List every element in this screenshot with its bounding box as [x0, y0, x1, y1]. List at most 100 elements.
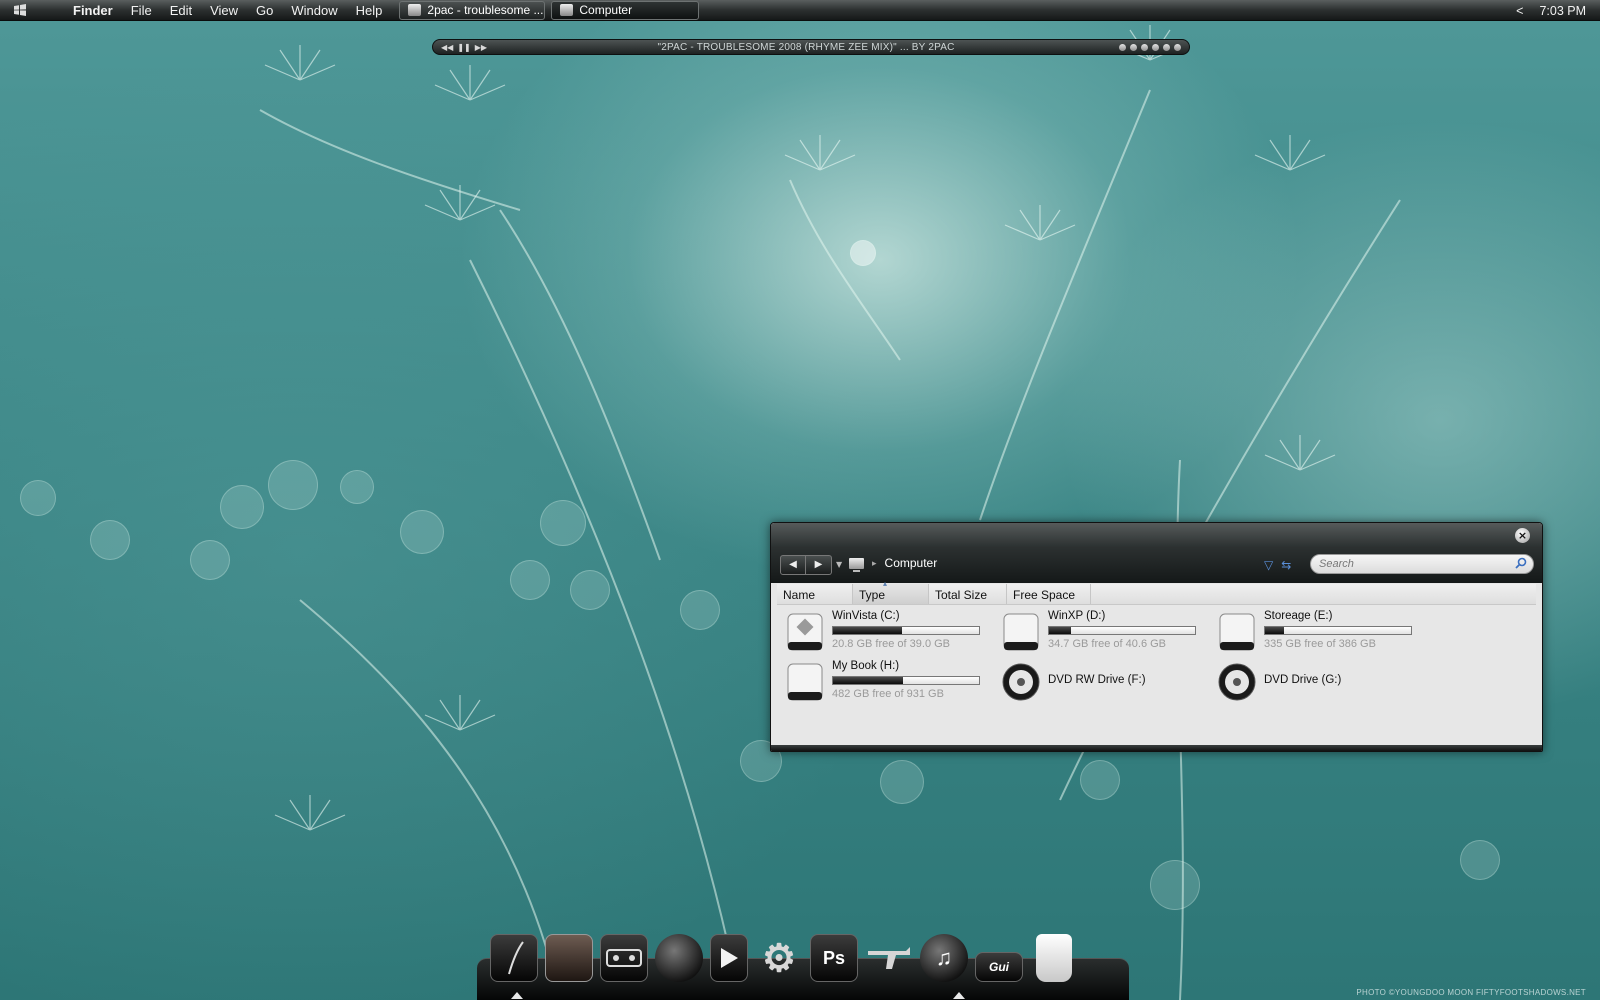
- media-bar-dot-button[interactable]: [1152, 43, 1159, 51]
- drive-item-f[interactable]: DVD RW Drive (F:): [1001, 659, 1211, 705]
- drive-usage-fill: [1265, 627, 1284, 634]
- dock-running-indicator-icon: [953, 992, 965, 999]
- drive-usage-fill: [833, 677, 904, 684]
- close-button[interactable]: ×: [1515, 528, 1530, 543]
- dock-app-1-icon[interactable]: [490, 934, 538, 982]
- dock-photo-icon[interactable]: [545, 934, 593, 982]
- window-bottom-edge: [771, 745, 1542, 751]
- search-icon[interactable]: [1515, 557, 1527, 569]
- drive-usage-bar: [1048, 626, 1196, 635]
- hard-drive-windows-icon: [787, 613, 823, 651]
- address-dropdown-icon[interactable]: ▽: [1264, 558, 1273, 572]
- hard-drive-icon: [1219, 613, 1255, 651]
- dock-media-player-icon[interactable]: [710, 934, 748, 982]
- menu-bar: Finder File Edit View Go Window Help 2pa…: [0, 0, 1600, 21]
- breadcrumb-separator-icon[interactable]: ▸: [872, 558, 877, 569]
- media-now-playing-bar: ◀◀ ❚❚ ▶▶ "2PAC - TROUBLESOME 2008 (RHYME…: [432, 39, 1190, 55]
- column-headers: Name Type Total Size Free Space: [777, 579, 1536, 605]
- media-bar-dot-button[interactable]: [1174, 43, 1181, 51]
- drive-item-d[interactable]: WinXP (D:) 34.7 GB free of 40.6 GB: [1001, 609, 1211, 655]
- media-bar-dot-button[interactable]: [1163, 43, 1170, 51]
- wallpaper-credit: PHOTO ©YOUNGDOO MOON FIFTYFOOTSHADOWS.NE…: [1356, 988, 1586, 997]
- drive-free-space: 34.7 GB free of 40.6 GB: [1048, 638, 1167, 650]
- drive-item-g[interactable]: DVD Drive (G:): [1217, 659, 1427, 705]
- hard-drive-icon: [787, 663, 823, 701]
- drive-name: DVD Drive (G:): [1264, 674, 1342, 686]
- drive-item-e[interactable]: Storeage (E:) 335 GB free of 386 GB: [1217, 609, 1427, 655]
- menu-help[interactable]: Help: [347, 0, 392, 21]
- refresh-icon[interactable]: ⇆: [1281, 558, 1291, 572]
- previous-track-icon[interactable]: ◀◀: [441, 43, 453, 52]
- menu-go[interactable]: Go: [247, 0, 282, 21]
- menu-edit[interactable]: Edit: [161, 0, 201, 21]
- breadcrumb-computer[interactable]: Computer: [885, 556, 938, 570]
- search-placeholder: Search: [1319, 558, 1354, 570]
- drive-usage-bar: [832, 676, 980, 685]
- clock[interactable]: 7:03 PM: [1539, 4, 1586, 18]
- search-input[interactable]: Search: [1310, 554, 1534, 574]
- dock-photoshop-icon[interactable]: Ps: [810, 934, 858, 982]
- column-header-type[interactable]: Type: [853, 579, 929, 604]
- system-tray: < 7:03 PM: [1516, 0, 1586, 21]
- media-controls: ◀◀ ❚❚ ▶▶: [433, 43, 493, 52]
- desktop-wallpaper: [0, 0, 1600, 1000]
- app-name-menu[interactable]: Finder: [64, 0, 122, 21]
- drive-name: DVD RW Drive (F:): [1048, 674, 1146, 686]
- dock-running-indicator-icon: [511, 992, 523, 999]
- dock-firefox-icon[interactable]: [655, 934, 703, 982]
- drive-free-space: 20.8 GB free of 39.0 GB: [832, 638, 951, 650]
- drive-name: WinXP (D:): [1048, 610, 1106, 622]
- media-bar-buttons: [1119, 43, 1189, 51]
- taskbar-button-label: 2pac - troublesome ...: [427, 3, 544, 17]
- dock-trash-icon[interactable]: [1036, 934, 1072, 982]
- drive-usage-bar: [1264, 626, 1412, 635]
- column-header-free-space[interactable]: Free Space: [1007, 584, 1091, 604]
- media-bar-dot-button[interactable]: [1130, 43, 1137, 51]
- drive-name: My Book (H:): [832, 660, 900, 672]
- dock-app-10-icon[interactable]: Gui: [975, 952, 1023, 982]
- pause-icon[interactable]: ❚❚: [457, 43, 470, 52]
- drive-name: WinVista (C:): [832, 610, 900, 622]
- explorer-window-computer: × ◀ ▶ ▼ ▸ Computer ▽ ⇆ Search Name Type …: [770, 522, 1543, 752]
- next-track-icon[interactable]: ▶▶: [475, 43, 487, 52]
- computer-icon: [849, 557, 864, 572]
- dock: ⚙ Ps ♫ Gui: [490, 934, 1072, 982]
- breadcrumb: ▸ Computer: [849, 556, 938, 572]
- menu-window[interactable]: Window: [282, 0, 346, 21]
- menu-view[interactable]: View: [201, 0, 247, 21]
- dock-app-8-icon[interactable]: [865, 934, 913, 982]
- now-playing-title: "2PAC - TROUBLESOME 2008 (RHYME ZEE MIX)…: [657, 41, 955, 53]
- forward-button[interactable]: ▶: [806, 555, 832, 575]
- back-button[interactable]: ◀: [780, 555, 806, 575]
- dock-app-1-glyph: [508, 941, 524, 975]
- dock-settings-icon[interactable]: ⚙: [755, 934, 803, 982]
- drive-item-c[interactable]: WinVista (C:) 20.8 GB free of 39.0 GB: [785, 609, 995, 655]
- dock-app-8-glyph: [868, 947, 910, 969]
- hard-drive-icon: [1003, 613, 1039, 651]
- drive-name: Storeage (E:): [1264, 610, 1333, 622]
- recent-pages-dropdown-icon[interactable]: ▼: [836, 560, 842, 569]
- taskbar-button-label: Computer: [579, 3, 633, 17]
- media-bar-dot-button[interactable]: [1119, 43, 1126, 51]
- play-icon: [721, 948, 738, 968]
- column-header-total-size[interactable]: Total Size: [929, 584, 1007, 604]
- taskbar-button-computer[interactable]: Computer: [551, 0, 700, 20]
- dvd-drive-icon: [1002, 663, 1040, 701]
- computer-icon: [560, 4, 574, 16]
- menu-file[interactable]: File: [122, 0, 161, 21]
- media-player-icon: [408, 4, 422, 16]
- dock-itunes-icon[interactable]: ♫: [920, 934, 968, 982]
- drive-free-space: 335 GB free of 386 GB: [1264, 638, 1376, 650]
- dock-app-3-icon[interactable]: [600, 934, 648, 982]
- dvd-drive-icon: [1218, 663, 1256, 701]
- media-bar-dot-button[interactable]: [1141, 43, 1148, 51]
- start-menu-button[interactable]: [0, 0, 40, 21]
- tray-expand-arrow-icon[interactable]: <: [1516, 4, 1523, 18]
- column-header-name[interactable]: Name: [777, 584, 853, 604]
- navigation-buttons: ◀ ▶: [780, 555, 832, 575]
- drive-usage-fill: [1049, 627, 1071, 634]
- drive-list: WinVista (C:) 20.8 GB free of 39.0 GB Wi…: [785, 609, 1435, 719]
- taskbar-button-media-player[interactable]: 2pac - troublesome ...: [399, 0, 546, 20]
- drive-item-h[interactable]: My Book (H:) 482 GB free of 931 GB: [785, 659, 995, 705]
- drive-free-space: 482 GB free of 931 GB: [832, 688, 944, 700]
